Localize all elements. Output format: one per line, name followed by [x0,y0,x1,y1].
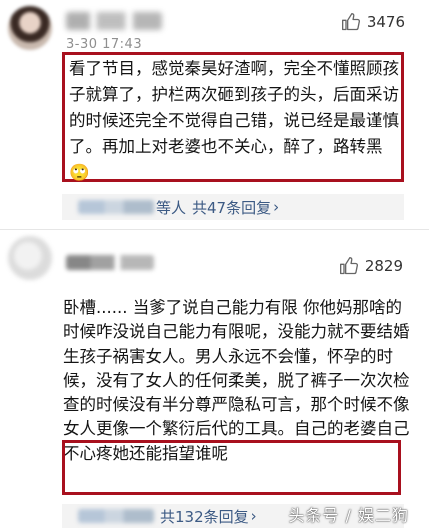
reply-users-blurred [78,509,154,523]
reply-suffix: 等人 [156,198,187,217]
username-blurred[interactable] [66,12,162,30]
like-count: 3476 [366,13,405,31]
reply-bar[interactable]: 等人 共47条回复 › [62,194,404,220]
comment-text: 看了节目，感觉秦昊好渣啊，完全不懂照顾孩子就算了，护栏两次砸到孩子的头，后面采访… [69,59,399,182]
reply-users-blurred [78,200,154,214]
like-button[interactable]: 2829 [339,256,403,276]
reply-count-link[interactable]: 共132条回复 [160,506,249,527]
avatar[interactable] [8,236,52,280]
comment-timestamp: 3-30 17:43 [66,37,143,52]
chevron-right-icon: › [273,198,280,216]
chevron-right-icon: › [250,507,257,525]
like-count: 2829 [364,257,403,275]
watermark: 头条号 / 娱二狗 [288,506,409,525]
divider [0,229,429,230]
thumbs-up-icon [339,257,358,275]
reply-count-link[interactable]: 共47条回复 [192,197,271,218]
like-button[interactable]: 3476 [341,12,405,32]
thumbs-up-icon [341,13,360,31]
avatar[interactable] [8,6,52,50]
highlight-box [62,440,401,495]
username-blurred[interactable] [66,255,154,270]
